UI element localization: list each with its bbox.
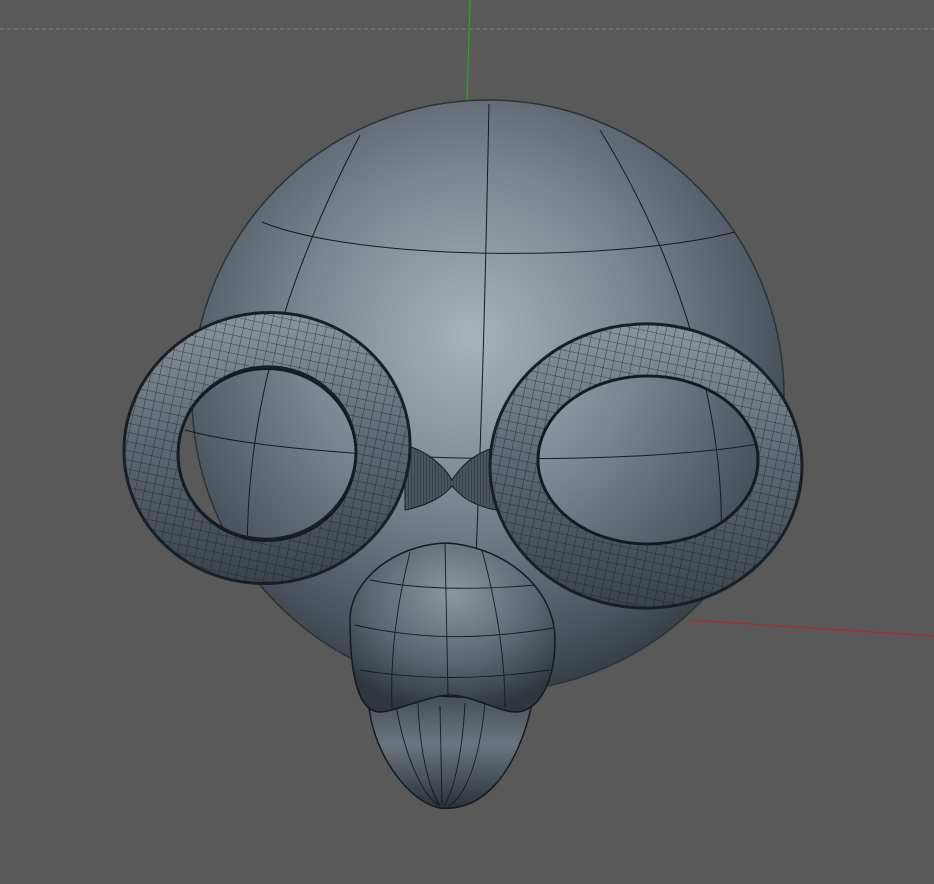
beak[interactable] xyxy=(349,542,556,809)
y-axis-line xyxy=(466,0,471,105)
x-axis-line xyxy=(689,619,934,637)
viewport-canvas[interactable] xyxy=(0,0,934,884)
3d-viewport[interactable] xyxy=(0,0,934,884)
